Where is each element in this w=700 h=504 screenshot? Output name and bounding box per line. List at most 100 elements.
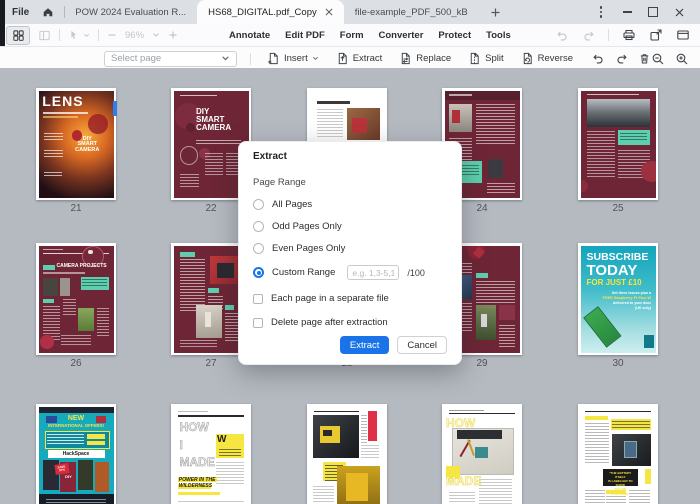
maximize-button[interactable]	[640, 0, 666, 24]
minimize-button[interactable]	[614, 0, 640, 24]
checkbox-indicator	[253, 318, 263, 328]
page-thumbnail-row3-col5[interactable]: "THE BATTERY ITSELF IS LABELLED TO SHOW …	[578, 404, 658, 504]
document-tab-pow-2024-evaluation-r[interactable]: POW 2024 Evaluation R...	[64, 0, 197, 24]
zoom-in-icon[interactable]	[168, 30, 178, 40]
page-thumbnail-row3-col4[interactable]: HOWMADE	[442, 404, 522, 504]
extract-option-checkboxes: Each page in a separate file Delete page …	[253, 280, 447, 328]
split-button[interactable]: Split	[468, 52, 503, 65]
reverse-page-icon	[521, 52, 534, 65]
menu-annotate[interactable]: Annotate	[229, 30, 270, 41]
page-preview: "THE BATTERY ITSELF IS LABELLED TO SHOW …	[581, 407, 656, 504]
delete-page-icon[interactable]	[638, 52, 651, 65]
page-number: 21	[36, 203, 116, 214]
page-thumbnail-25[interactable]: 25	[578, 88, 658, 214]
radio-odd-pages-only[interactable]: Odd Pages Only	[253, 221, 447, 232]
chevron-down-icon	[312, 55, 319, 62]
page-preview: NEWINTERNATIONAL OFFERS!HackSpaceSAVE 33…	[39, 407, 114, 504]
checkbox-indicator	[253, 294, 263, 304]
zoom-in-icon[interactable]	[675, 52, 689, 66]
tab-title: POW 2024 Evaluation R...	[75, 7, 186, 18]
extract-dialog: Extract Page Range All PagesOdd Pages On…	[238, 141, 462, 365]
page-thumbnail-26[interactable]: CAMERA PROJECTS 26	[36, 243, 116, 369]
page-preview	[581, 91, 656, 198]
page-thumbnail-row3-col1[interactable]: NEWINTERNATIONAL OFFERS!HackSpaceSAVE 33…	[36, 404, 116, 504]
chevron-down-icon	[221, 54, 230, 63]
share-icon[interactable]	[649, 28, 663, 42]
viewer-mode-icon[interactable]	[676, 28, 690, 42]
document-tab-hs68-digital-pdf-copy[interactable]: HS68_DIGITAL.pdf_Copy	[197, 0, 344, 24]
page-thumbnail-21[interactable]: LENSDIY SMART CAMERA 21	[36, 88, 116, 214]
menu-form[interactable]: Form	[340, 30, 364, 41]
close-window-button[interactable]	[666, 0, 692, 24]
document-tab-file-example-pdf-500-kb[interactable]: file-example_PDF_500_kB	[344, 0, 479, 24]
browser-menu-icon[interactable]	[588, 0, 614, 24]
page-preview: HOWMADE	[445, 407, 520, 504]
history-tools	[592, 52, 651, 65]
undo-icon[interactable]	[556, 29, 569, 42]
page-preview: HOWIMADEWPOWER IN THEWILDERNESS	[174, 407, 249, 504]
home-icon[interactable]	[42, 6, 54, 18]
replace-button[interactable]: Replace	[399, 52, 451, 65]
radio-indicator	[253, 267, 264, 278]
menu-edit-pdf[interactable]: Edit PDF	[285, 30, 325, 41]
dialog-actions: Extract Cancel	[253, 336, 447, 354]
menu-protect[interactable]: Protect	[438, 30, 471, 41]
title-bar: File POW 2024 Evaluation R... HS68_DIGITA…	[0, 0, 700, 24]
insert-button[interactable]: Insert	[267, 52, 319, 65]
page-preview: LENSDIY SMART CAMERA	[39, 91, 114, 198]
radio-all-pages[interactable]: All Pages	[253, 199, 447, 210]
reverse-button[interactable]: Reverse	[521, 52, 573, 65]
ribbon-menus: Annotate Edit PDF Form Converter Protect Tool…	[229, 24, 511, 46]
page-number: 25	[578, 203, 658, 214]
page-thumbnail-row3-col2[interactable]: HOWIMADEWPOWER IN THEWILDERNESS	[171, 404, 251, 504]
cancel-button[interactable]: Cancel	[397, 336, 447, 354]
radio-indicator	[253, 199, 264, 210]
zoom-out-icon[interactable]	[651, 52, 665, 66]
menu-converter[interactable]: Converter	[379, 30, 424, 41]
page-view-icon[interactable]	[38, 29, 51, 42]
extract-button[interactable]: Extract	[340, 336, 390, 354]
page-thumbnail-row3-col3[interactable]	[307, 404, 387, 504]
redo-icon[interactable]	[582, 29, 595, 42]
checkbox-each-page-in-a-separate-file[interactable]: Each page in a separate file	[253, 293, 447, 304]
zoom-tools	[651, 52, 700, 66]
current-page-marker	[113, 101, 117, 116]
ribbon-bar: 96% AnnotateEdit PDFFormConverterProtect…	[0, 24, 700, 47]
checkbox-delete-page-after-extraction[interactable]: Delete page after extraction	[253, 317, 447, 328]
page-thumbnail-30[interactable]: SUBSCRIBETODAYFOR JUST £10Get three issu…	[578, 243, 658, 369]
radio-even-pages-only[interactable]: Even Pages Only	[253, 243, 447, 254]
extract-button[interactable]: Extract	[336, 52, 383, 65]
select-cursor-icon[interactable]	[68, 29, 90, 41]
tab-title: file-example_PDF_500_kB	[355, 7, 468, 18]
menu-tools[interactable]: Tools	[486, 30, 511, 41]
undo-icon[interactable]	[592, 52, 605, 65]
page-number: 26	[36, 358, 116, 369]
custom-range-input[interactable]	[347, 265, 399, 280]
radio-custom-range[interactable]: Custom Range/100	[253, 265, 447, 280]
page-preview	[310, 407, 385, 504]
print-icon[interactable]	[622, 28, 636, 42]
new-tab-button[interactable]	[488, 5, 503, 20]
redo-icon[interactable]	[615, 52, 628, 65]
thumbnail-view-button[interactable]	[6, 26, 30, 45]
ribbon-right-actions	[556, 24, 690, 46]
thumbnail-grid-icon	[12, 29, 25, 42]
pdf-editor-window: File POW 2024 Evaluation R... HS68_DIGITA…	[0, 0, 700, 504]
select-page-dropdown[interactable]: Select page	[104, 51, 237, 67]
zoom-preset-chevron-icon[interactable]	[152, 31, 160, 39]
file-menu-button[interactable]: File	[12, 7, 29, 18]
page-preview: CAMERA PROJECTS	[39, 246, 114, 353]
insert-page-icon	[267, 52, 280, 65]
page-preview: SUBSCRIBETODAYFOR JUST £10Get three issu…	[581, 246, 656, 353]
tab-title: HS68_DIGITAL.pdf_Copy	[208, 7, 317, 18]
tab-strip: POW 2024 Evaluation R... HS68_DIGITAL.pdf…	[64, 0, 479, 24]
replace-page-icon	[399, 52, 412, 65]
zoom-out-icon[interactable]	[107, 30, 117, 40]
select-page-label: Select page	[111, 53, 221, 64]
window-controls	[588, 0, 700, 24]
split-page-icon	[468, 52, 481, 65]
tab-close-icon[interactable]	[325, 8, 333, 16]
window-edge-strip	[0, 0, 5, 46]
extract-page-icon	[336, 52, 349, 65]
page-tools: Insert Extract Replace Split Reverse	[267, 52, 573, 65]
